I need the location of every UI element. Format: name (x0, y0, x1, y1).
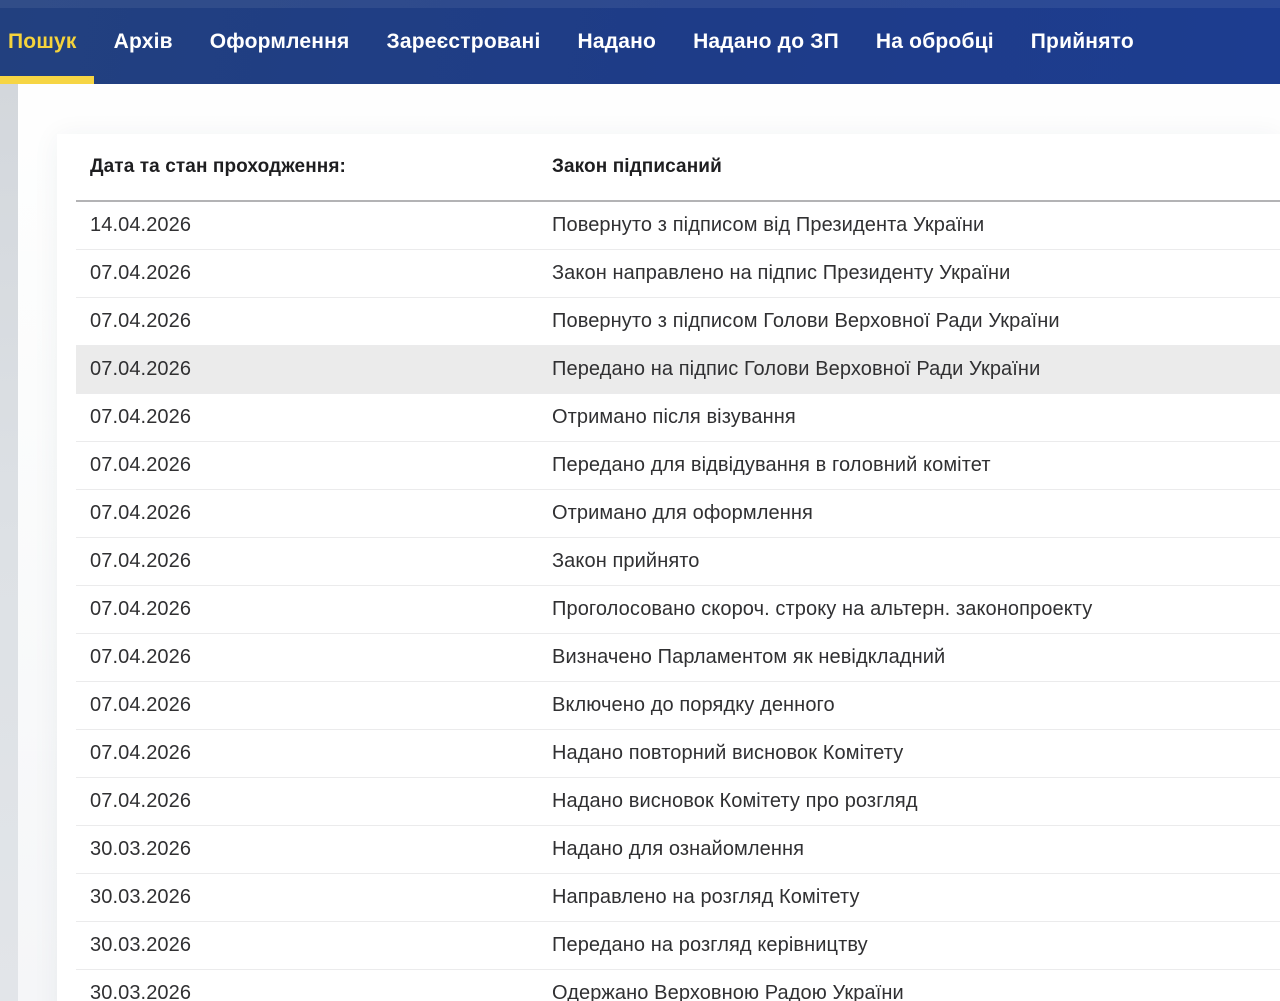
row-date: 07.04.2026 (76, 550, 538, 573)
page-left-edge-strip (0, 84, 18, 1001)
row-status: Передано для відвідування в головний ком… (538, 454, 1280, 477)
status-table-body: 14.04.2026 Повернуто з підписом від През… (76, 200, 1280, 1001)
row-date: 07.04.2026 (76, 694, 538, 717)
row-status: Надано повторний висновок Комітету (538, 742, 1280, 765)
table-row-highlighted[interactable]: 07.04.2026 Передано на підпис Голови Вер… (76, 346, 1280, 394)
column-header-status: Закон підписаний (538, 156, 1280, 178)
table-row[interactable]: 30.03.2026 Надано для ознайомлення (76, 826, 1280, 874)
row-date: 07.04.2026 (76, 598, 538, 621)
row-date: 07.04.2026 (76, 454, 538, 477)
row-status: Направлено на розгляд Комітету (538, 886, 1280, 909)
table-row[interactable]: 07.04.2026 Повернуто з підписом Голови В… (76, 298, 1280, 346)
row-status: Передано на розгляд керівництву (538, 934, 1280, 957)
nav-tab-zareiestrovani[interactable]: Зареєстровані (386, 30, 540, 54)
table-header-row: Дата та стан проходження: Закон підписан… (76, 134, 1280, 200)
table-row[interactable]: 30.03.2026 Направлено на розгляд Комітет… (76, 874, 1280, 922)
row-status: Проголосовано скороч. строку на альтерн.… (538, 598, 1280, 621)
nav-tab-nadano[interactable]: Надано (577, 30, 656, 54)
table-row[interactable]: 14.04.2026 Повернуто з підписом від През… (76, 202, 1280, 250)
nav-tab-na-obrobtsi[interactable]: На обробці (876, 30, 994, 54)
table-row[interactable]: 30.03.2026 Передано на розгляд керівницт… (76, 922, 1280, 970)
column-header-date: Дата та стан проходження: (76, 156, 538, 178)
row-status: Закон направлено на підпис Президенту Ук… (538, 262, 1280, 285)
table-row[interactable]: 07.04.2026 Включено до порядку денного (76, 682, 1280, 730)
row-date: 07.04.2026 (76, 502, 538, 525)
status-history-card: Дата та стан проходження: Закон підписан… (57, 134, 1280, 1001)
nav-tab-poshuk[interactable]: Пошук (8, 30, 77, 54)
active-tab-underline (0, 76, 94, 84)
nav-tab-nadano-do-zp[interactable]: Надано до ЗП (693, 30, 839, 54)
row-date: 07.04.2026 (76, 310, 538, 333)
table-row[interactable]: 07.04.2026 Проголосовано скороч. строку … (76, 586, 1280, 634)
row-status: Включено до порядку денного (538, 694, 1280, 717)
table-row[interactable]: 07.04.2026 Отримано після візування (76, 394, 1280, 442)
row-status: Визначено Парламентом як невідкладний (538, 646, 1280, 669)
row-status: Надано висновок Комітету про розгляд (538, 790, 1280, 813)
table-row[interactable]: 30.03.2026 Одержано Верховною Радою Укра… (76, 970, 1280, 1001)
table-row[interactable]: 07.04.2026 Надано висновок Комітету про … (76, 778, 1280, 826)
row-date: 07.04.2026 (76, 262, 538, 285)
table-row[interactable]: 07.04.2026 Надано повторний висновок Ком… (76, 730, 1280, 778)
row-date: 30.03.2026 (76, 982, 538, 1001)
row-status: Отримано після візування (538, 406, 1280, 429)
row-status: Передано на підпис Голови Верховної Ради… (538, 358, 1280, 381)
row-status: Отримано для оформлення (538, 502, 1280, 525)
row-date: 07.04.2026 (76, 646, 538, 669)
row-date: 30.03.2026 (76, 838, 538, 861)
row-status: Повернуто з підписом Голови Верховної Ра… (538, 310, 1280, 333)
top-navigation: Пошук Архів Оформлення Зареєстровані Над… (0, 0, 1280, 84)
row-status: Закон прийнято (538, 550, 1280, 573)
nav-tab-arkhiv[interactable]: Архів (114, 30, 173, 54)
nav-tab-pryiniato[interactable]: Прийнято (1031, 30, 1134, 54)
table-row[interactable]: 07.04.2026 Закон прийнято (76, 538, 1280, 586)
row-date: 07.04.2026 (76, 742, 538, 765)
row-date: 07.04.2026 (76, 790, 538, 813)
row-date: 07.04.2026 (76, 358, 538, 381)
table-row[interactable]: 07.04.2026 Передано для відвідування в г… (76, 442, 1280, 490)
table-row[interactable]: 07.04.2026 Отримано для оформлення (76, 490, 1280, 538)
row-date: 30.03.2026 (76, 886, 538, 909)
row-status: Надано для ознайомлення (538, 838, 1280, 861)
nav-tabs: Пошук Архів Оформлення Зареєстровані Над… (0, 0, 1280, 84)
row-date: 07.04.2026 (76, 406, 538, 429)
row-date: 14.04.2026 (76, 214, 538, 237)
row-status: Одержано Верховною Радою України (538, 982, 1280, 1001)
nav-tab-oformlennia[interactable]: Оформлення (210, 30, 350, 54)
table-row[interactable]: 07.04.2026 Закон направлено на підпис Пр… (76, 250, 1280, 298)
table-row[interactable]: 07.04.2026 Визначено Парламентом як неві… (76, 634, 1280, 682)
row-status: Повернуто з підписом від Президента Укра… (538, 214, 1280, 237)
row-date: 30.03.2026 (76, 934, 538, 957)
